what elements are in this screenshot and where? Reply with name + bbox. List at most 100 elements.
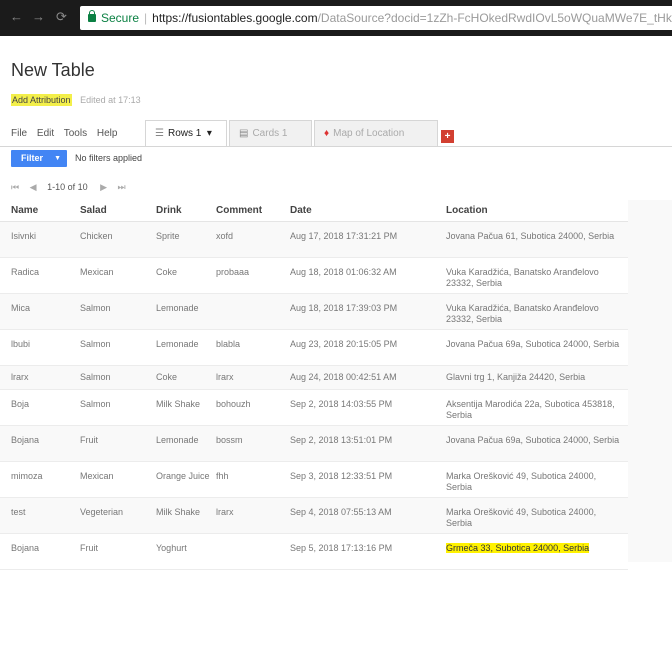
filter-button-label: Filter — [21, 153, 44, 163]
chevron-down-icon: ▼ — [54, 155, 61, 162]
cell-name: Radica — [11, 267, 40, 277]
cell-location: Vuka Karadžića, Banatsko Aranđelovo 2333… — [446, 267, 599, 288]
column-header-date[interactable]: Date — [290, 205, 440, 216]
data-table: Name Salad Drink Comment Date Location I… — [0, 200, 628, 570]
url-path: /DataSource?docid=1zZh-FcHOkedRwdIOvL5oW… — [317, 11, 672, 25]
url-host: https://fusiontables.google.com — [152, 11, 318, 25]
add-tab-button[interactable]: + — [441, 130, 454, 143]
back-arrow-icon[interactable]: ← — [10, 9, 23, 25]
cell-location: Jovana Pačua 61, Subotica 24000, Serbia — [446, 231, 615, 241]
filter-status: No filters applied — [75, 153, 143, 163]
menu-help[interactable]: Help — [97, 128, 118, 139]
table-row[interactable]: Isivnki Chicken Sprite xofd Aug 17, 2018 17:… — [0, 222, 628, 258]
cell-salad: Salmon — [80, 339, 111, 349]
cell-name: Bojana — [11, 543, 40, 553]
table-row[interactable]: Boja Salmon Milk Shake bohouzh Sep 2, 2018 1… — [0, 390, 628, 426]
table-row[interactable]: test Vegeterian Milk Shake lrarx Sep 4, 2018… — [0, 498, 628, 534]
address-bar[interactable]: Secure | https://fusiontables.google.com/D… — [80, 6, 672, 30]
menu-file[interactable]: File — [11, 128, 27, 139]
add-attribution-link[interactable]: Add Attribution — [11, 94, 72, 106]
cell-drink: Milk Shake — [156, 399, 201, 409]
tab-map[interactable]: ♦ Map of Location — [314, 120, 438, 146]
cell-name: lbubi — [11, 339, 31, 349]
forward-arrow-icon[interactable]: → — [32, 9, 45, 25]
lock-icon — [88, 10, 96, 22]
prev-page-icon[interactable]: ◀ — [30, 182, 37, 192]
cell-drink: Lemonade — [156, 435, 199, 445]
cell-date: Aug 18, 2018 01:06:32 AM — [290, 267, 397, 277]
cell-name: lrarx — [11, 372, 29, 382]
cell-salad: Salmon — [80, 399, 111, 409]
cell-location: Jovana Pačua 69a, Subotica 24000, Serbia — [446, 339, 620, 349]
cell-name: Isivnki — [11, 231, 37, 241]
cell-drink: Lemonade — [156, 303, 199, 313]
cell-salad: Vegeterian — [80, 507, 124, 517]
tab-cards[interactable]: ▤ Cards 1 — [229, 120, 312, 146]
table-row[interactable]: Bojana Fruit Lemonade bossm Sep 2, 2018 13:5… — [0, 426, 628, 462]
cell-salad: Fruit — [80, 435, 98, 445]
attribution-row: Add Attribution Edited at 17:13 — [11, 94, 141, 106]
table-row[interactable]: Mica Salmon Lemonade Aug 18, 2018 17:39:03 … — [0, 294, 628, 330]
chevron-down-icon[interactable]: ▾ — [204, 128, 212, 139]
cell-date: Aug 24, 2018 00:42:51 AM — [290, 372, 397, 382]
tab-divider — [0, 146, 672, 147]
menu-tools[interactable]: Tools — [64, 128, 87, 139]
cell-comment: probaaa — [216, 267, 250, 277]
tab-rows[interactable]: ☰ Rows 1 ▾ — [145, 120, 227, 147]
column-header-name[interactable]: Name — [11, 205, 71, 216]
page-range: 1-10 of 10 — [47, 182, 88, 192]
table-row[interactable]: Bojana Fruit Yoghurt Sep 5, 2018 17:13:16 P… — [0, 534, 628, 570]
table-header: Name Salad Drink Comment Date Location — [0, 200, 628, 222]
browser-toolbar: ← → ⟳ Secure | https://fusiontables.google… — [0, 0, 672, 36]
column-header-salad[interactable]: Salad — [80, 205, 150, 216]
cell-date: Aug 17, 2018 17:31:21 PM — [290, 231, 398, 241]
secure-label: Secure — [101, 11, 140, 25]
cell-name: Bojana — [11, 435, 40, 445]
table-row[interactable]: lrarx Salmon Coke lrarx Aug 24, 2018 00:42:5… — [0, 366, 628, 390]
cell-date: Sep 2, 2018 14:03:55 PM — [290, 399, 393, 409]
filter-button[interactable]: Filter ▼ — [11, 150, 67, 167]
menu-edit[interactable]: Edit — [37, 128, 54, 139]
cell-location: Marka Orešković 49, Subotica 24000, Serb… — [446, 507, 597, 528]
cell-salad: Fruit — [80, 543, 98, 553]
cell-comment: fhh — [216, 471, 229, 481]
cell-drink: Orange Juice — [156, 471, 210, 481]
pagination: ⏮ ◀ 1-10 of 10 ▶ ⏭ — [11, 182, 134, 193]
rows-icon: ☰ — [155, 128, 164, 139]
cell-location: Vuka Karadžića, Banatsko Aranđelovo 2333… — [446, 303, 599, 324]
cell-date: Sep 3, 2018 12:33:51 PM — [290, 471, 393, 481]
cell-drink: Coke — [156, 372, 178, 382]
cell-comment: xofd — [216, 231, 234, 241]
cell-location: Glavni trg 1, Kanjiža 24420, Serbia — [446, 372, 586, 382]
next-page-icon[interactable]: ▶ — [100, 182, 107, 192]
cell-drink: Lemonade — [156, 339, 199, 349]
menu-bar: File Edit Tools Help — [11, 128, 124, 139]
cell-comment: blabla — [216, 339, 241, 349]
table-row[interactable]: lbubi Salmon Lemonade blabla Aug 23, 2018 20… — [0, 330, 628, 366]
cell-location: Aksentija Marodića 22a, Subotica 453818,… — [446, 399, 615, 420]
cell-location: Grmeča 33, Subotica 24000, Serbia — [446, 543, 590, 553]
cell-location: Marka Orešković 49, Subotica 24000, Serb… — [446, 471, 597, 492]
cell-date: Aug 18, 2018 17:39:03 PM — [290, 303, 398, 313]
cell-name: test — [11, 507, 26, 517]
table-row[interactable]: Radica Mexican Coke probaaa Aug 18, 2018 01:… — [0, 258, 628, 294]
cell-drink: Milk Shake — [156, 507, 201, 517]
cell-drink: Sprite — [156, 231, 180, 241]
column-header-comment[interactable]: Comment — [216, 205, 286, 216]
cell-drink: Yoghurt — [156, 543, 187, 553]
column-header-location[interactable]: Location — [446, 205, 622, 216]
cell-name: Mica — [11, 303, 31, 313]
page-title: New Table — [11, 60, 95, 80]
cell-name: mimoza — [11, 471, 43, 481]
table-row[interactable]: mimoza Mexican Orange Juice fhh Sep 3, 2018 … — [0, 462, 628, 498]
cell-comment: bohouzh — [216, 399, 251, 409]
column-header-drink[interactable]: Drink — [156, 205, 212, 216]
cell-date: Sep 2, 2018 13:51:01 PM — [290, 435, 393, 445]
tab-rows-label: Rows 1 — [167, 128, 202, 139]
tab-cards-label: Cards 1 — [252, 128, 288, 139]
last-page-icon[interactable]: ⏭ — [118, 182, 126, 192]
cell-location: Jovana Pačua 69a, Subotica 24000, Serbia — [446, 435, 620, 445]
reload-icon[interactable]: ⟳ — [56, 9, 67, 25]
first-page-icon[interactable]: ⏮ — [11, 182, 19, 192]
cards-icon: ▤ — [239, 128, 249, 139]
